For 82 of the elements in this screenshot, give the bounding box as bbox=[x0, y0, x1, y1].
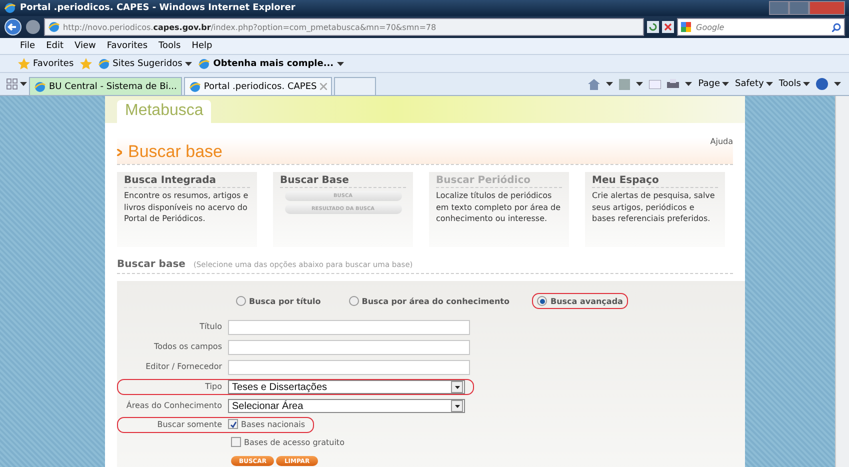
browser-tab[interactable]: BU Central - Sistema de Bi... bbox=[29, 77, 182, 95]
stop-icon[interactable] bbox=[662, 21, 674, 33]
menu-item[interactable]: View bbox=[74, 41, 96, 51]
page-heading: Buscar base bbox=[128, 142, 222, 162]
caret-icon[interactable] bbox=[685, 82, 692, 86]
command-menu[interactable]: Page bbox=[698, 79, 730, 89]
favorites-link[interactable]: Obtenha mais comple... bbox=[198, 58, 344, 70]
checkbox-option[interactable]: Bases nacionais bbox=[228, 419, 306, 429]
menu-item[interactable]: Tools bbox=[158, 41, 181, 51]
favorites-link[interactable]: Sites Sugeridos bbox=[98, 58, 192, 70]
card-title: Meu Espaço bbox=[592, 175, 718, 188]
text-field[interactable] bbox=[228, 320, 470, 335]
home-icon[interactable] bbox=[588, 78, 600, 90]
caret-icon[interactable] bbox=[336, 62, 344, 66]
browser-tab[interactable]: Portal .periodicos. CAPES bbox=[184, 77, 332, 95]
checkbox[interactable] bbox=[231, 437, 241, 447]
card-title: Busca Integrada bbox=[124, 175, 250, 188]
star-icon bbox=[18, 58, 30, 70]
menu-item[interactable]: Edit bbox=[46, 41, 64, 51]
card-title: Buscar Periódico bbox=[436, 175, 562, 188]
chevron-icon bbox=[117, 148, 122, 156]
globe-icon bbox=[34, 80, 46, 92]
checkbox[interactable] bbox=[228, 419, 238, 429]
text-field[interactable] bbox=[228, 340, 470, 355]
section-title: Buscar base bbox=[117, 259, 186, 270]
command-menu[interactable]: Tools bbox=[778, 79, 810, 89]
field-label: Tipo bbox=[204, 381, 222, 393]
help-link[interactable]: Ajuda bbox=[710, 137, 733, 146]
caret-icon bbox=[454, 386, 460, 388]
field-label: Título bbox=[198, 321, 222, 333]
radio-button[interactable] bbox=[236, 296, 246, 306]
caret-icon bbox=[454, 404, 460, 408]
radio-option[interactable]: Busca avançada bbox=[532, 293, 628, 309]
scrollbar[interactable] bbox=[835, 96, 849, 467]
menu-item[interactable]: Help bbox=[192, 41, 212, 51]
search-field[interactable]: Google bbox=[677, 18, 845, 36]
radio-button[interactable] bbox=[348, 296, 359, 306]
card-text: Localize títulos de periódicos em texto completo por área de conhecimento ou interesse. bbox=[436, 190, 562, 224]
print-icon[interactable] bbox=[667, 78, 680, 90]
search-input[interactable]: Google bbox=[694, 22, 829, 32]
caret-icon[interactable] bbox=[636, 82, 644, 86]
back-button-icon[interactable] bbox=[4, 18, 22, 36]
caret-icon[interactable] bbox=[185, 62, 192, 66]
caret-icon[interactable] bbox=[20, 82, 27, 86]
refresh-icon[interactable] bbox=[647, 21, 659, 33]
card-text: Encontre os resumos, artigos e livros disponíveis no acervo do Portal de Periódicos. bbox=[124, 190, 250, 224]
url-text: http://novo.periodicos.capes.gov.br/index.php?option=com_pmetabusca&mn=70&smn=78 bbox=[63, 22, 436, 32]
close-icon[interactable] bbox=[320, 83, 327, 90]
caret-icon[interactable] bbox=[766, 82, 773, 86]
forward-button-icon[interactable] bbox=[25, 19, 41, 35]
dropdown[interactable]: Selecionar Área bbox=[228, 399, 465, 413]
dropdown[interactable]: Teses e Dissertações bbox=[228, 380, 465, 394]
globe-icon bbox=[98, 58, 110, 70]
new-tab-button[interactable] bbox=[334, 77, 376, 95]
menu-item[interactable]: File bbox=[20, 41, 36, 51]
menu-item[interactable]: Favorites bbox=[106, 41, 148, 51]
text-field[interactable] bbox=[228, 360, 470, 375]
mail-icon[interactable] bbox=[649, 80, 662, 88]
checkmark-icon bbox=[230, 420, 236, 428]
window-title: Portal .periodicos. CAPES - Windows Internet Explorer bbox=[20, 3, 296, 13]
caret-icon[interactable] bbox=[722, 82, 730, 86]
field-label: Editor / Fornecedor bbox=[144, 361, 222, 373]
radio-option[interactable]: Busca por área do conhecimento bbox=[344, 293, 514, 309]
caret-icon[interactable] bbox=[803, 82, 810, 86]
address-field[interactable]: http://novo.periodicos.capes.gov.br/index.php?option=com_pmetabusca&mn=70&smn=78 bbox=[44, 18, 644, 36]
caret-icon[interactable] bbox=[834, 82, 841, 86]
command-menu[interactable]: Safety bbox=[735, 79, 773, 89]
help-icon[interactable] bbox=[816, 78, 828, 90]
browser-icon bbox=[4, 2, 16, 14]
radio-button[interactable] bbox=[537, 296, 548, 306]
card-text: Crie alertas de pesquisa, salve seus artigos, periódicos e bases referenciais preferidos. bbox=[592, 190, 716, 224]
caret-icon[interactable] bbox=[606, 82, 614, 86]
globe-icon bbox=[188, 80, 201, 92]
card-title: Buscar Base bbox=[280, 175, 406, 188]
search-icon[interactable] bbox=[832, 22, 841, 32]
search-provider-icon bbox=[681, 22, 691, 32]
favorites-button[interactable]: Favorites bbox=[18, 58, 74, 70]
radio-option[interactable]: Busca por título bbox=[231, 293, 326, 309]
field-label: Todos os campos bbox=[153, 341, 222, 353]
checkbox-option[interactable]: Bases de acesso gratuito bbox=[231, 437, 745, 447]
field-label: Áreas do Conhecimento bbox=[125, 400, 222, 412]
field-label: Buscar somente bbox=[156, 419, 222, 431]
